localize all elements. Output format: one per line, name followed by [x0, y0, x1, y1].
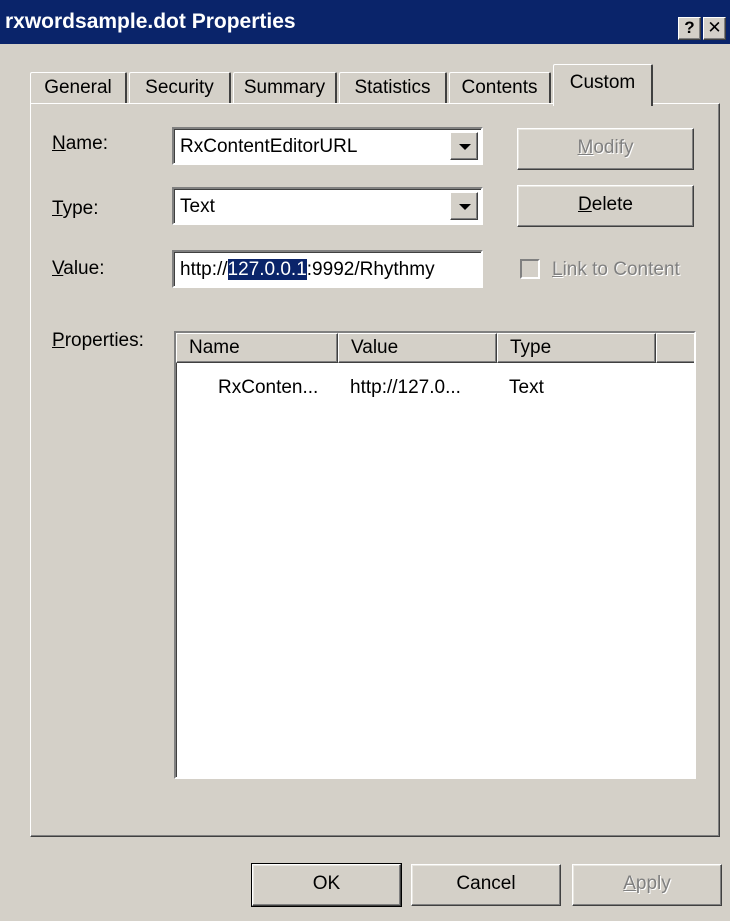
tab-statistics[interactable]: Statistics [339, 72, 447, 104]
name-label: Name: [52, 133, 108, 154]
name-combobox[interactable]: RxContentEditorURL [172, 127, 483, 165]
column-header-name[interactable]: Name [176, 333, 338, 363]
help-icon: ? [684, 18, 695, 37]
close-icon: ✕ [707, 18, 722, 37]
column-header-value[interactable]: Value [338, 333, 497, 363]
apply-button[interactable]: Apply [572, 864, 722, 906]
chevron-down-icon[interactable] [450, 192, 478, 220]
modify-button[interactable]: Modify [517, 128, 694, 170]
tab-security[interactable]: Security [129, 72, 231, 104]
listview-header: Name Value Type [176, 333, 694, 363]
tab-contents[interactable]: Contents [449, 72, 551, 104]
tab-general[interactable]: General [30, 72, 127, 104]
tab-label: Security [145, 77, 214, 98]
tab-label: Contents [461, 77, 538, 98]
help-button[interactable]: ? [678, 17, 701, 40]
value-text-selected: 127.0.0.1 [227, 259, 307, 280]
row-value: http://127.0... [350, 377, 461, 398]
title-bar: rxwordsample.dot Properties ? ✕ [0, 0, 730, 44]
value-text-start: http:// [180, 259, 228, 280]
tab-summary[interactable]: Summary [233, 72, 337, 104]
properties-listview[interactable]: Name Value Type RxConten... http://127.0… [174, 331, 696, 779]
delete-button[interactable]: Delete [517, 185, 694, 227]
tab-custom[interactable]: Custom [553, 64, 653, 106]
name-value: RxContentEditorURL [180, 136, 358, 157]
type-label: Type: [52, 198, 99, 219]
type-value: Text [180, 196, 215, 217]
close-button[interactable]: ✕ [703, 17, 726, 40]
value-label: Value: [52, 258, 105, 279]
link-to-content-checkbox[interactable] [520, 259, 540, 279]
chevron-down-icon[interactable] [450, 132, 478, 160]
value-text-end: :9992/Rhythmy [306, 259, 435, 280]
type-combobox[interactable]: Text [172, 187, 483, 225]
row-type: Text [509, 377, 544, 398]
window-title: rxwordsample.dot Properties [5, 10, 296, 33]
column-header-type[interactable]: Type [497, 333, 656, 363]
link-to-content-label[interactable]: Link to Content [552, 259, 680, 281]
tab-label: Custom [569, 72, 636, 93]
column-header-filler [656, 333, 694, 363]
row-name: RxConten... [218, 377, 319, 398]
cancel-button[interactable]: Cancel [411, 864, 561, 906]
ok-button[interactable]: OK [251, 863, 402, 907]
properties-label: Properties: [52, 330, 144, 351]
tab-label: Statistics [354, 77, 431, 98]
tab-label: Summary [243, 77, 326, 98]
tab-label: General [44, 77, 112, 98]
value-input[interactable]: http://127.0.0.1:9992/Rhythmy [172, 250, 483, 288]
